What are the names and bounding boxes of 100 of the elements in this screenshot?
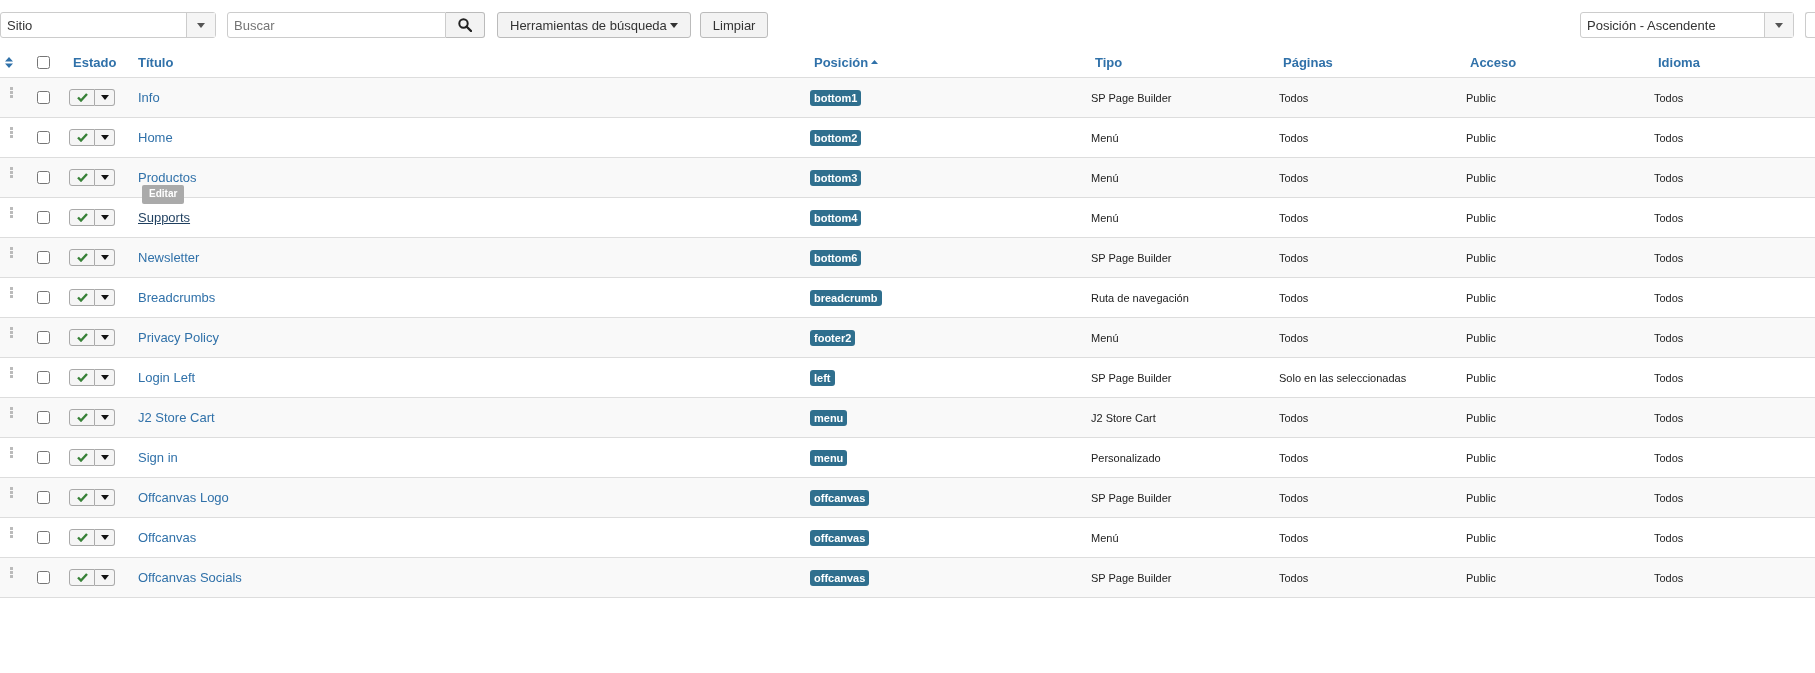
module-title-link[interactable]: Sign in [138, 450, 178, 465]
table-cell: Solo en las seleccionadas [1279, 371, 1407, 384]
publish-toggle[interactable] [69, 449, 95, 466]
drag-handle-icon[interactable] [10, 127, 13, 138]
module-title-link[interactable]: Home [138, 130, 173, 145]
check-icon [76, 253, 88, 262]
drag-handle-icon[interactable] [10, 407, 13, 418]
actions-dropdown[interactable] [95, 409, 115, 426]
row-checkbox[interactable] [37, 211, 50, 224]
drag-handle-icon[interactable] [10, 527, 13, 538]
publish-toggle[interactable] [69, 169, 95, 186]
table-cell: Menú [1091, 171, 1119, 184]
row-checkbox[interactable] [37, 171, 50, 184]
publish-toggle[interactable] [69, 489, 95, 506]
actions-dropdown[interactable] [95, 289, 115, 306]
drag-handle-icon[interactable] [10, 327, 13, 338]
module-title-link[interactable]: Offcanvas Socials [138, 570, 242, 585]
row-checkbox[interactable] [37, 131, 50, 144]
table-cell: Todos [1654, 531, 1684, 544]
actions-dropdown[interactable] [95, 489, 115, 506]
table-cell: Menú [1091, 131, 1119, 144]
column-header[interactable]: Páginas [1283, 54, 1333, 70]
publish-toggle[interactable] [69, 329, 95, 346]
row-checkbox[interactable] [37, 571, 50, 584]
actions-dropdown[interactable] [95, 449, 115, 466]
caret-icon [197, 22, 205, 28]
search-button[interactable] [446, 12, 485, 38]
actions-dropdown[interactable] [95, 209, 115, 226]
publish-toggle[interactable] [69, 369, 95, 386]
caret-icon [100, 135, 109, 140]
sort-icon[interactable] [5, 56, 13, 68]
actions-dropdown[interactable] [95, 369, 115, 386]
row-checkbox[interactable] [37, 411, 50, 424]
actions-dropdown[interactable] [95, 569, 115, 586]
check-icon [76, 573, 88, 582]
column-header[interactable]: Estado [73, 54, 117, 70]
actions-dropdown[interactable] [95, 129, 115, 146]
module-title-link[interactable]: Breadcrumbs [138, 290, 216, 305]
module-title-link[interactable]: Offcanvas [138, 530, 197, 545]
check-icon [76, 93, 88, 102]
search-field[interactable]: Buscar [227, 12, 446, 38]
actions-dropdown[interactable] [95, 89, 115, 106]
actions-dropdown[interactable] [95, 169, 115, 186]
publish-toggle[interactable] [69, 89, 95, 106]
publish-toggle[interactable] [69, 409, 95, 426]
row-checkbox[interactable] [37, 371, 50, 384]
actions-dropdown[interactable] [95, 529, 115, 546]
row-checkbox[interactable] [37, 251, 50, 264]
row-checkbox[interactable] [37, 491, 50, 504]
column-header[interactable]: Título [138, 54, 174, 70]
table-cell: SP Page Builder [1091, 91, 1172, 104]
drag-handle-icon[interactable] [10, 247, 13, 258]
drag-handle-icon[interactable] [10, 487, 13, 498]
module-title-link[interactable]: Login Left [138, 370, 196, 385]
drag-handle-icon[interactable] [10, 447, 13, 458]
table-cell: Public [1466, 451, 1496, 464]
table-cell: Todos [1654, 491, 1684, 504]
publish-toggle[interactable] [69, 289, 95, 306]
module-title-link[interactable]: J2 Store Cart [138, 410, 215, 425]
row-checkbox[interactable] [37, 531, 50, 544]
position-badge: offcanvas [810, 489, 870, 506]
module-title-link[interactable]: Offcanvas Logo [138, 490, 229, 505]
module-title-link[interactable]: Newsletter [138, 250, 200, 265]
drag-handle-icon[interactable] [10, 207, 13, 218]
drag-handle-icon[interactable] [10, 287, 13, 298]
table-cell: Todos [1654, 571, 1684, 584]
module-title-link[interactable]: Supports [138, 210, 191, 225]
row-checkbox[interactable] [37, 91, 50, 104]
clear-button[interactable]: Limpiar [699, 12, 769, 38]
actions-dropdown[interactable] [95, 329, 115, 346]
position-badge: bottom6 [810, 249, 862, 266]
drag-handle-icon[interactable] [10, 367, 13, 378]
table-cell: Todos [1654, 251, 1684, 264]
table-cell: Personalizado [1091, 451, 1161, 464]
search-tools-button[interactable]: Herramientas de búsqueda [497, 12, 691, 38]
row-checkbox[interactable] [37, 451, 50, 464]
caret-icon [100, 95, 109, 100]
module-title-link[interactable]: Privacy Policy [138, 330, 219, 345]
column-header[interactable]: Idioma [1658, 54, 1700, 70]
drag-handle-icon[interactable] [10, 87, 13, 98]
column-header[interactable]: Posición [814, 54, 879, 70]
row-checkbox[interactable] [37, 331, 50, 344]
module-title-link[interactable]: Info [138, 90, 160, 105]
table-cell: Todos [1279, 451, 1309, 464]
module-title-link[interactable]: Productos [138, 170, 197, 185]
publish-toggle[interactable] [69, 529, 95, 546]
column-header[interactable]: Tipo [1095, 54, 1123, 70]
publish-toggle[interactable] [69, 249, 95, 266]
actions-dropdown[interactable] [95, 249, 115, 266]
select-all-checkbox[interactable] [37, 55, 50, 69]
publish-toggle[interactable] [69, 569, 95, 586]
sort-select[interactable]: Posición - Ascendente [1580, 12, 1794, 38]
column-header[interactable]: Acceso [1470, 54, 1517, 70]
publish-toggle[interactable] [69, 129, 95, 146]
publish-toggle[interactable] [69, 209, 95, 226]
drag-handle-icon[interactable] [10, 567, 13, 578]
table-cell: Menú [1091, 211, 1119, 224]
row-checkbox[interactable] [37, 291, 50, 304]
client-select[interactable]: Sitio [0, 12, 216, 38]
drag-handle-icon[interactable] [10, 167, 13, 178]
